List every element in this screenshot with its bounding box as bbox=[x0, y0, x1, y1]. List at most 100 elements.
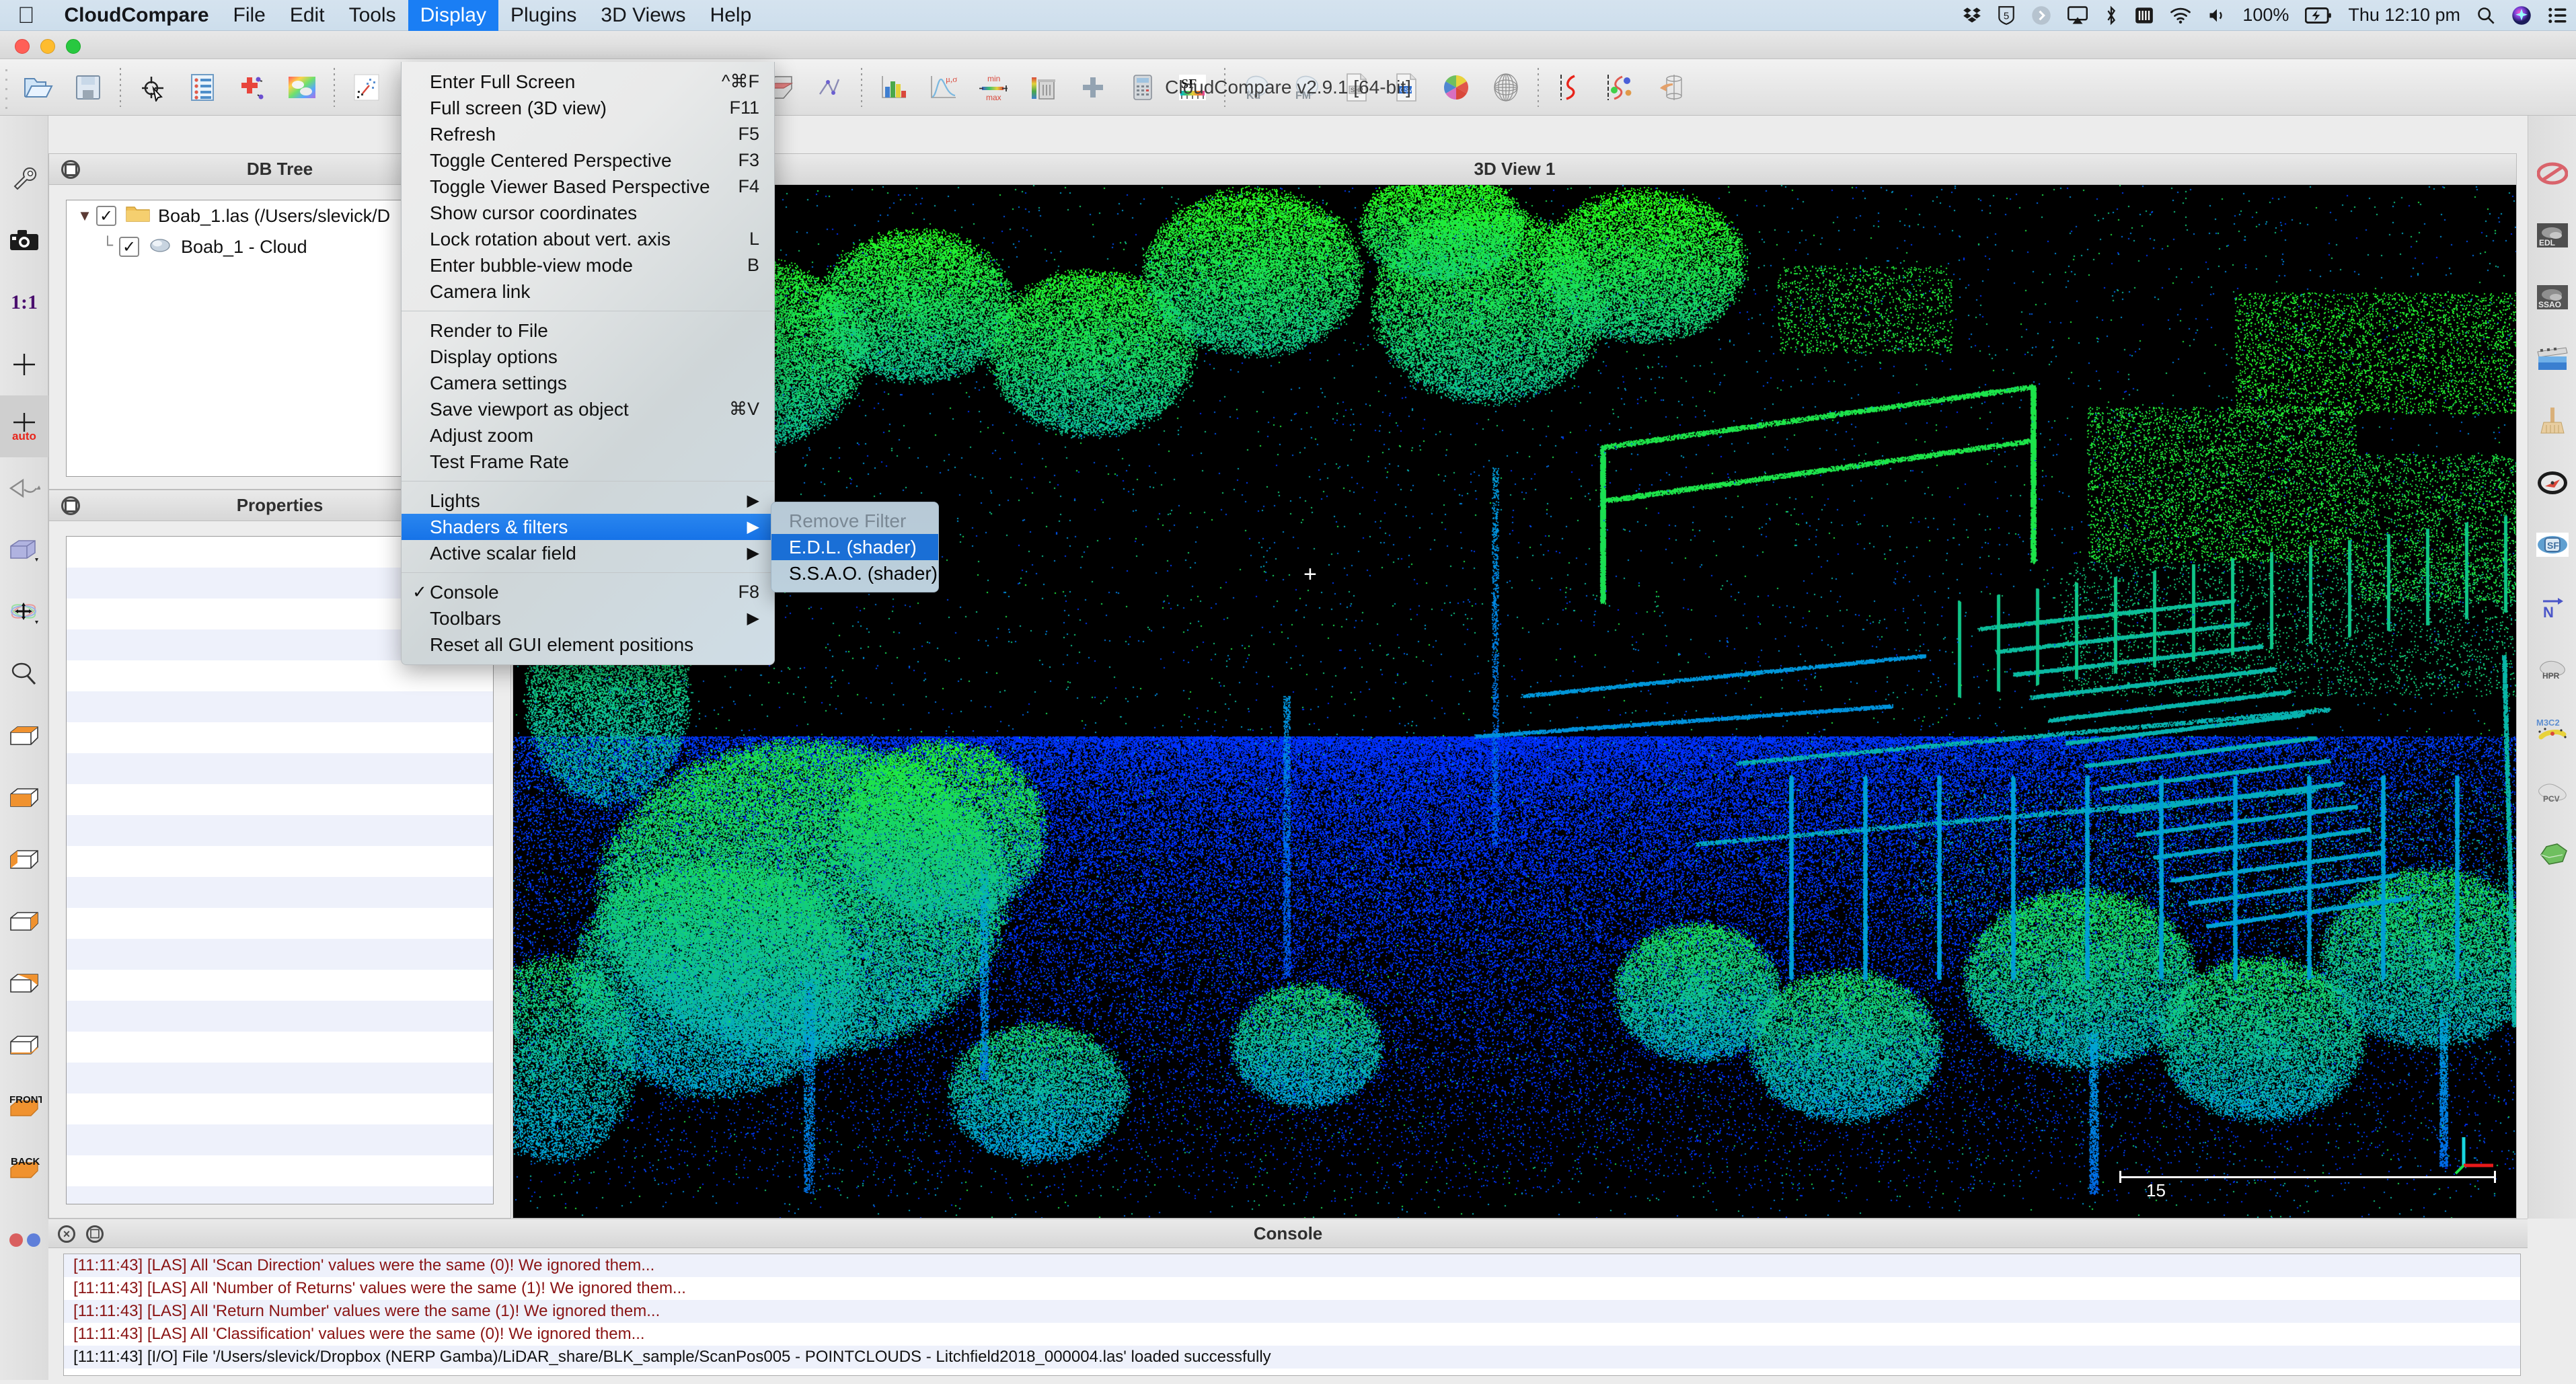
menu-item-reset-all-gui-element-positions[interactable]: Reset all GUI element positions bbox=[402, 631, 774, 658]
view-right-icon[interactable] bbox=[0, 890, 48, 952]
edl-shader-icon[interactable]: EDL bbox=[2528, 204, 2576, 266]
polyline-icon[interactable] bbox=[804, 63, 854, 112]
register-icon[interactable] bbox=[342, 63, 391, 112]
menu-plugins[interactable]: Plugins bbox=[498, 0, 589, 31]
pivot-center-icon[interactable] bbox=[0, 334, 48, 395]
visibility-checkbox[interactable]: ✓ bbox=[119, 237, 139, 257]
menu-item-adjust-zoom[interactable]: Adjust zoom bbox=[402, 422, 774, 449]
menu-item-display-options[interactable]: Display options bbox=[402, 344, 774, 370]
float-icon[interactable] bbox=[61, 160, 80, 179]
ssao-shader-icon[interactable]: SSAO bbox=[2528, 266, 2576, 328]
calculator-icon[interactable] bbox=[1118, 63, 1168, 112]
csv-export-icon[interactable]: CSV bbox=[1381, 63, 1431, 112]
view-front-icon[interactable]: FRONT bbox=[0, 1076, 48, 1138]
menu-item-toggle-centered-perspective[interactable]: Toggle Centered Perspective F3 bbox=[402, 147, 774, 174]
menu-edit[interactable]: Edit bbox=[278, 0, 337, 31]
menu-file[interactable]: File bbox=[221, 0, 278, 31]
volume-icon[interactable] bbox=[2199, 0, 2234, 31]
menu-item-camera-settings[interactable]: Camera settings bbox=[402, 370, 774, 396]
float-icon[interactable]: ☐ bbox=[86, 1225, 104, 1243]
m3c2-plugin-icon[interactable]: M3C2 bbox=[2528, 699, 2576, 761]
battery-pack-icon[interactable] bbox=[2127, 0, 2162, 31]
properties-list-icon[interactable] bbox=[178, 63, 227, 112]
rotate-view-icon[interactable] bbox=[0, 457, 48, 519]
menu-item-enter-bubble-view-mode[interactable]: Enter bubble-view mode B bbox=[402, 252, 774, 278]
animation-plugin-icon[interactable] bbox=[2528, 328, 2576, 390]
zoom-button[interactable] bbox=[66, 39, 81, 54]
menu-item-shaders-filters[interactable]: Shaders & filters ▶ bbox=[402, 514, 774, 540]
dropbox-icon[interactable] bbox=[1955, 0, 1990, 31]
view-top-icon[interactable] bbox=[0, 705, 48, 767]
menu-item-lock-rotation-about-vert-axis[interactable]: Lock rotation about vert. axis L bbox=[402, 226, 774, 252]
zoom-magnifier-icon[interactable] bbox=[0, 643, 48, 705]
menu-item-toolbars[interactable]: Toolbars ▶ bbox=[402, 605, 774, 631]
submenu-item-s-s-a-o-shader[interactable]: S.S.A.O. (shader) bbox=[771, 560, 938, 586]
pivot-auto-icon[interactable]: auto bbox=[0, 395, 48, 457]
control-center-icon[interactable] bbox=[2540, 0, 2576, 31]
normals-plugin-icon[interactable]: N bbox=[2528, 576, 2576, 638]
battery-charging-icon[interactable] bbox=[2297, 0, 2340, 31]
remove-filter-icon[interactable] bbox=[2528, 143, 2576, 204]
menu-item-test-frame-rate[interactable]: Test Frame Rate bbox=[402, 449, 774, 475]
siri-icon[interactable] bbox=[2503, 0, 2540, 31]
menu-item-console[interactable]: ✓ Console F8 bbox=[402, 579, 774, 605]
add-point-pair-icon[interactable] bbox=[227, 63, 277, 112]
box-display-icon[interactable] bbox=[0, 519, 48, 581]
menu-3d-views[interactable]: 3D Views bbox=[589, 0, 697, 31]
color-wheel-icon[interactable] bbox=[1431, 63, 1481, 112]
minimize-button[interactable] bbox=[40, 39, 55, 54]
menu-item-show-cursor-coordinates[interactable]: Show cursor coordinates bbox=[402, 200, 774, 226]
menu-item-active-scalar-field[interactable]: Active scalar field ▶ bbox=[402, 540, 774, 566]
fast-marching-icon[interactable]: FM bbox=[1282, 63, 1332, 112]
histogram-icon[interactable] bbox=[869, 63, 919, 112]
airplay-icon[interactable] bbox=[2059, 0, 2096, 31]
sf-colorscale-icon[interactable]: SF bbox=[1168, 63, 1217, 112]
visibility-checkbox[interactable]: ✓ bbox=[96, 206, 116, 226]
shaders-filters-submenu[interactable]: Remove Filter E.D.L. (shader) S.S.A.O. (sh… bbox=[771, 502, 939, 592]
clone-icon[interactable] bbox=[277, 63, 327, 112]
menu-help[interactable]: Help bbox=[698, 0, 764, 31]
menu-item-toggle-viewer-based-perspective[interactable]: Toggle Viewer Based Perspective F4 bbox=[402, 174, 774, 200]
wifi-icon[interactable] bbox=[2162, 0, 2199, 31]
display-menu-dropdown[interactable]: Enter Full Screen ^⌘F Full screen (3D view… bbox=[401, 62, 775, 665]
camera-icon[interactable] bbox=[0, 210, 48, 272]
pcv-plugin-icon[interactable]: PCV bbox=[2528, 761, 2576, 823]
delete-sf-icon[interactable] bbox=[1018, 63, 1068, 112]
min-max-icon[interactable]: min max bbox=[969, 63, 1018, 112]
menu-item-refresh[interactable]: Refresh F5 bbox=[402, 121, 774, 147]
close-button[interactable] bbox=[15, 39, 30, 54]
broom-plugin-icon[interactable] bbox=[2528, 390, 2576, 452]
shield-5-icon[interactable]: 5 bbox=[1990, 0, 2023, 31]
menu-tools[interactable]: Tools bbox=[337, 0, 408, 31]
red-dot-icon[interactable] bbox=[9, 1233, 23, 1247]
poisson-recon-icon[interactable] bbox=[2528, 823, 2576, 885]
menu-item-save-viewport-as-object[interactable]: Save viewport as object ⌘V bbox=[402, 396, 774, 422]
3d-viewport[interactable]: + 15 bbox=[513, 185, 2516, 1218]
pan-orbit-icon[interactable] bbox=[0, 581, 48, 643]
view-bottom-icon[interactable] bbox=[0, 767, 48, 829]
menu-item-camera-link[interactable]: Camera link bbox=[402, 278, 774, 305]
zoom-one-to-one-icon[interactable]: 1:1 bbox=[0, 272, 48, 334]
view-left-icon[interactable] bbox=[0, 829, 48, 890]
apple-icon[interactable]:  bbox=[17, 4, 35, 27]
wrench-icon[interactable] bbox=[0, 148, 48, 210]
view-iso2-icon[interactable] bbox=[0, 1014, 48, 1076]
menu-display[interactable]: Display bbox=[408, 0, 498, 31]
hpr-plugin-icon[interactable]: HPR bbox=[2528, 638, 2576, 699]
curve-fit-icon[interactable] bbox=[1546, 63, 1595, 112]
toolbar-grip[interactable] bbox=[0, 63, 13, 111]
view-iso1-icon[interactable] bbox=[0, 952, 48, 1014]
color-dots[interactable] bbox=[9, 1233, 40, 1247]
app-menu-cloudcompare[interactable]: CloudCompare bbox=[52, 0, 221, 31]
search-icon[interactable] bbox=[2468, 0, 2503, 31]
submenu-item-e-d-l-shader[interactable]: E.D.L. (shader) bbox=[771, 534, 938, 560]
globe-mesh-icon[interactable] bbox=[1481, 63, 1531, 112]
close-icon[interactable]: × bbox=[58, 1225, 75, 1243]
bluetooth-icon[interactable] bbox=[2096, 0, 2127, 31]
chevron-circle-icon[interactable] bbox=[2023, 0, 2059, 31]
menu-item-lights[interactable]: Lights ▶ bbox=[402, 488, 774, 514]
add-sf-icon[interactable] bbox=[1068, 63, 1118, 112]
save-file-icon[interactable] bbox=[63, 63, 113, 112]
view-back-icon[interactable]: BACK bbox=[0, 1138, 48, 1200]
point-cloud-canvas[interactable] bbox=[513, 185, 2516, 1218]
